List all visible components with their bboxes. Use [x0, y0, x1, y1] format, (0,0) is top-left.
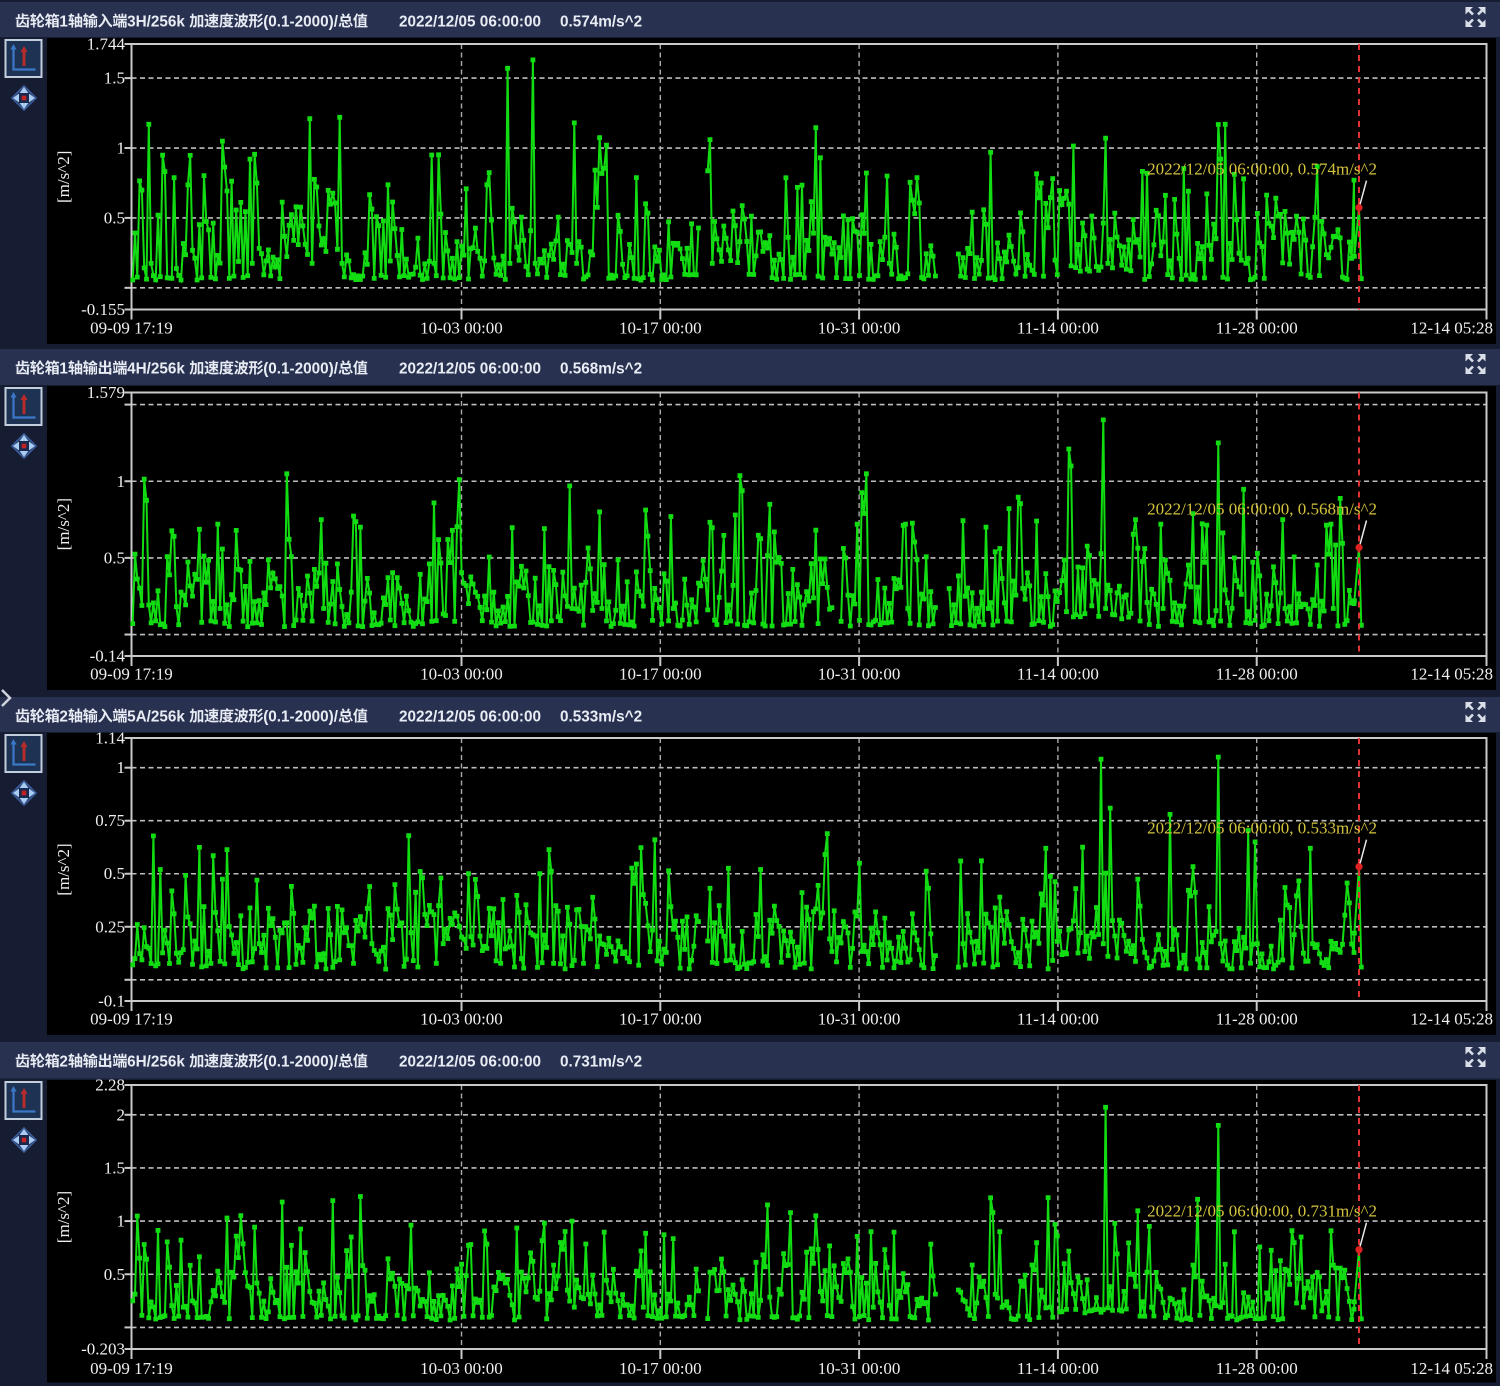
- svg-text:-0.1: -0.1: [98, 992, 125, 1011]
- svg-text:09-09 17:19: 09-09 17:19: [90, 665, 173, 684]
- svg-text:1: 1: [117, 472, 126, 491]
- svg-text:5A/256k: 5A/256k: [127, 708, 189, 725]
- svg-text:[m/s^2]: [m/s^2]: [54, 151, 73, 203]
- svg-text:1: 1: [59, 13, 68, 30]
- svg-text:1.14: 1.14: [95, 729, 125, 748]
- svg-text:11-14 00:00: 11-14 00:00: [1017, 1010, 1099, 1029]
- svg-text:0.5: 0.5: [104, 548, 125, 567]
- svg-text:(0.1-2000)/: (0.1-2000)/: [263, 708, 339, 725]
- svg-text:09-09 17:19: 09-09 17:19: [90, 319, 173, 338]
- svg-text:11-14 00:00: 11-14 00:00: [1017, 665, 1099, 684]
- svg-text:2022/12/05 06:00:00: 2022/12/05 06:00:00: [399, 360, 541, 377]
- svg-text:-0.203: -0.203: [81, 1340, 125, 1359]
- svg-text:3H/256k: 3H/256k: [127, 13, 189, 30]
- svg-text:10-03 00:00: 10-03 00:00: [420, 1359, 503, 1378]
- svg-text:11-28 00:00: 11-28 00:00: [1216, 1010, 1298, 1029]
- svg-text:2022/12/05 06:00:00: 2022/12/05 06:00:00: [399, 1053, 541, 1070]
- svg-text:10-31 00:00: 10-31 00:00: [818, 1010, 901, 1029]
- svg-text:(0.1-2000)/: (0.1-2000)/: [263, 360, 339, 377]
- svg-text:1.744: 1.744: [87, 35, 126, 54]
- svg-text:0.5: 0.5: [104, 864, 125, 883]
- svg-text:11-28 00:00: 11-28 00:00: [1216, 1359, 1298, 1378]
- svg-text:11-28 00:00: 11-28 00:00: [1216, 665, 1298, 684]
- svg-text:11-28 00:00: 11-28 00:00: [1216, 319, 1298, 338]
- svg-text:10-31 00:00: 10-31 00:00: [818, 319, 901, 338]
- svg-text:09-09 17:19: 09-09 17:19: [90, 1010, 173, 1029]
- svg-text:12-14 05:28: 12-14 05:28: [1410, 665, 1493, 684]
- svg-text:2.28: 2.28: [95, 1076, 125, 1095]
- svg-text:10-03 00:00: 10-03 00:00: [420, 1010, 503, 1029]
- svg-text:1.5: 1.5: [104, 69, 125, 88]
- svg-text:1: 1: [117, 139, 126, 158]
- svg-text:09-09 17:19: 09-09 17:19: [90, 1359, 173, 1378]
- svg-text:(0.1-2000)/: (0.1-2000)/: [263, 13, 339, 30]
- svg-text:0.25: 0.25: [95, 917, 125, 936]
- svg-text:2022/12/05 06:00:00: 2022/12/05 06:00:00: [399, 13, 541, 30]
- svg-text:0.533m/s^2: 0.533m/s^2: [560, 708, 642, 725]
- svg-text:10-31 00:00: 10-31 00:00: [818, 1359, 901, 1378]
- svg-text:2: 2: [59, 708, 68, 725]
- svg-text:2022/12/05 06:00:00, 0.574m/s^: 2022/12/05 06:00:00, 0.574m/s^2: [1147, 160, 1377, 179]
- svg-text:2: 2: [59, 1053, 68, 1070]
- svg-text:10-17 00:00: 10-17 00:00: [619, 665, 702, 684]
- svg-text:2022/12/05 06:00:00: 2022/12/05 06:00:00: [399, 708, 541, 725]
- svg-text:-0.14: -0.14: [90, 647, 126, 666]
- svg-text:0.75: 0.75: [95, 811, 125, 830]
- svg-text:11-14 00:00: 11-14 00:00: [1017, 319, 1099, 338]
- svg-text:1: 1: [117, 758, 126, 777]
- svg-text:[m/s^2]: [m/s^2]: [54, 498, 73, 550]
- svg-text:12-14 05:28: 12-14 05:28: [1410, 1359, 1493, 1378]
- svg-text:-0.155: -0.155: [81, 300, 125, 319]
- svg-text:10-17 00:00: 10-17 00:00: [619, 319, 702, 338]
- svg-text:0.731m/s^2: 0.731m/s^2: [560, 1053, 642, 1070]
- svg-text:2022/12/05 06:00:00, 0.731m/s^: 2022/12/05 06:00:00, 0.731m/s^2: [1147, 1202, 1377, 1221]
- svg-text:10-17 00:00: 10-17 00:00: [619, 1010, 702, 1029]
- svg-text:6H/256k: 6H/256k: [127, 1053, 189, 1070]
- svg-text:[m/s^2]: [m/s^2]: [54, 843, 73, 895]
- svg-text:4H/256k: 4H/256k: [127, 360, 189, 377]
- svg-text:0.5: 0.5: [104, 208, 125, 227]
- svg-text:1: 1: [117, 1212, 126, 1231]
- svg-text:10-03 00:00: 10-03 00:00: [420, 665, 503, 684]
- svg-text:11-14 00:00: 11-14 00:00: [1017, 1359, 1099, 1378]
- svg-text:10-31 00:00: 10-31 00:00: [818, 665, 901, 684]
- svg-text:10-17 00:00: 10-17 00:00: [619, 1359, 702, 1378]
- svg-text:1.579: 1.579: [87, 383, 125, 402]
- svg-text:(0.1-2000)/: (0.1-2000)/: [263, 1053, 339, 1070]
- svg-text:2022/12/05 06:00:00, 0.568m/s^: 2022/12/05 06:00:00, 0.568m/s^2: [1147, 500, 1377, 519]
- svg-text:12-14 05:28: 12-14 05:28: [1410, 319, 1493, 338]
- svg-text:12-14 05:28: 12-14 05:28: [1410, 1010, 1493, 1029]
- svg-text:10-03 00:00: 10-03 00:00: [420, 319, 503, 338]
- svg-text:0.574m/s^2: 0.574m/s^2: [560, 13, 642, 30]
- svg-text:0.5: 0.5: [104, 1265, 125, 1284]
- svg-text:0.568m/s^2: 0.568m/s^2: [560, 360, 642, 377]
- svg-text:2022/12/05 06:00:00, 0.533m/s^: 2022/12/05 06:00:00, 0.533m/s^2: [1147, 819, 1377, 838]
- svg-text:[m/s^2]: [m/s^2]: [54, 1191, 73, 1243]
- svg-text:1.5: 1.5: [104, 1158, 125, 1177]
- svg-text:2: 2: [117, 1105, 126, 1124]
- svg-text:1: 1: [59, 360, 68, 377]
